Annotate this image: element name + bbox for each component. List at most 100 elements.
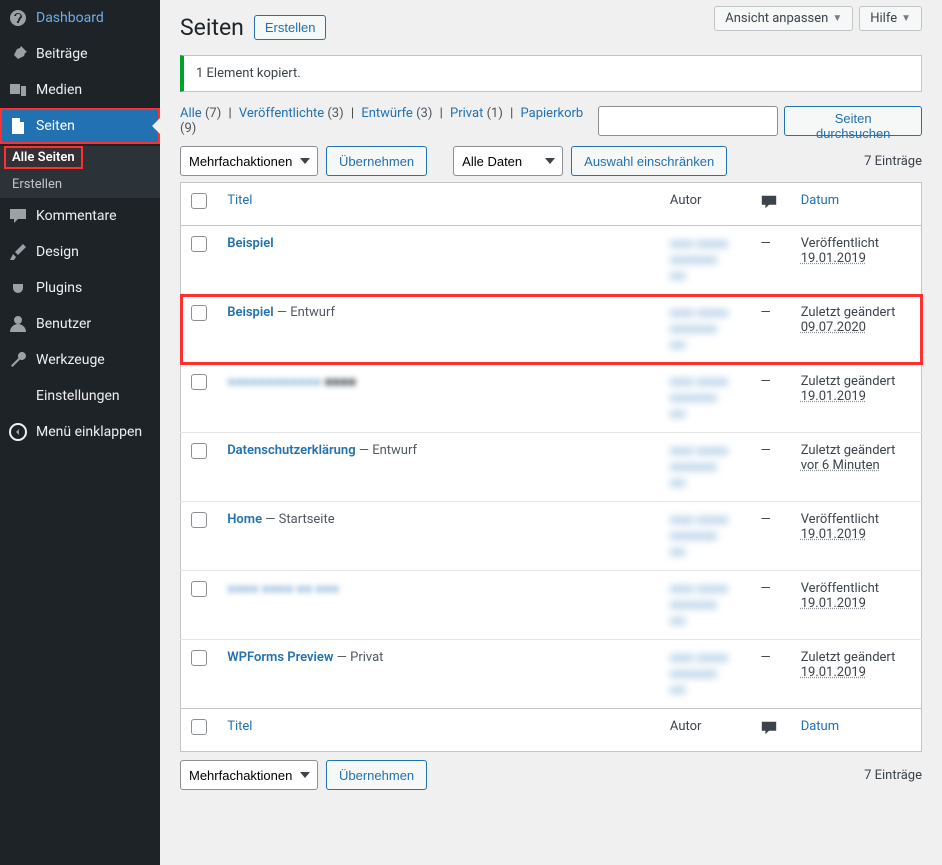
comments-cell: —	[750, 364, 790, 433]
add-new-button[interactable]: Erstellen	[254, 15, 327, 40]
submenu-all-pages[interactable]: Alle Seiten	[4, 146, 83, 169]
search-input[interactable]	[598, 106, 778, 136]
filter-private[interactable]: Privat	[450, 106, 483, 121]
col-title[interactable]: Titel	[227, 193, 252, 208]
author-cell: ■■■ ■■■■■■■■■■■■	[670, 582, 728, 629]
row-checkbox[interactable]	[191, 512, 207, 528]
filter-all[interactable]: Alle	[180, 106, 202, 121]
row-checkbox[interactable]	[191, 650, 207, 666]
date-cell: Veröffentlicht19.01.2019	[791, 571, 922, 640]
page-state: — Entwurf	[274, 305, 335, 320]
bulk-action-select[interactable]: Mehrfachaktionen	[180, 146, 318, 176]
table-row: ■■■■ ■■■■ ■■ ■■■ ■■■ ■■■■■■■■■■■■ — Verö…	[181, 571, 922, 640]
dashboard-icon	[8, 8, 28, 28]
row-checkbox[interactable]	[191, 305, 207, 321]
comments-cell: —	[750, 226, 790, 295]
main-content: Ansicht anpassen▼ Hilfe▼ Seiten Erstelle…	[160, 0, 942, 865]
screen-options-button[interactable]: Ansicht anpassen▼	[714, 6, 853, 31]
page-title-link[interactable]: ■■■■ ■■■■ ■■ ■■■	[227, 582, 339, 597]
table-row: ■■■■■■■■■■■■ ■■■■ ■■■ ■■■■■■■■■■■■ — Zul…	[181, 364, 922, 433]
sidebar-item-pages[interactable]: Seiten	[0, 108, 160, 144]
search-button[interactable]: Seiten durchsuchen	[784, 106, 922, 136]
comments-cell: —	[750, 571, 790, 640]
author-cell: ■■■ ■■■■■■■■■■■■	[670, 513, 728, 560]
sidebar-label: Kommentare	[36, 208, 117, 224]
sidebar-label: Einstellungen	[36, 388, 120, 404]
plug-icon	[8, 278, 28, 298]
select-all-checkbox[interactable]	[191, 193, 207, 209]
sidebar-label: Medien	[36, 82, 82, 98]
table-row: WPForms Preview — Privat ■■■ ■■■■■■■■■■■…	[181, 640, 922, 709]
success-notice: 1 Element kopiert.	[180, 55, 922, 92]
media-icon	[8, 80, 28, 100]
sidebar-item-plugins[interactable]: Plugins	[0, 270, 160, 306]
admin-sidebar: Dashboard Beiträge Medien Seiten Alle Se…	[0, 0, 160, 865]
page-title-link[interactable]: WPForms Preview	[227, 650, 333, 665]
page-state: — Privat	[334, 650, 384, 665]
row-checkbox[interactable]	[191, 374, 207, 390]
page-state: — Startseite	[262, 512, 335, 527]
filter-published[interactable]: Veröffentlichte	[239, 106, 324, 121]
comments-cell: —	[750, 295, 790, 364]
sidebar-item-settings[interactable]: Einstellungen	[0, 378, 160, 414]
comments-cell: —	[750, 640, 790, 709]
pin-icon	[8, 44, 28, 64]
sidebar-label: Menü einklappen	[36, 424, 142, 440]
col-comments-bottom[interactable]	[750, 709, 790, 752]
page-title-link[interactable]: Beispiel	[227, 236, 273, 251]
col-date[interactable]: Datum	[801, 193, 839, 208]
pages-icon	[8, 116, 28, 136]
sidebar-item-dashboard[interactable]: Dashboard	[0, 0, 160, 36]
comments-icon	[8, 206, 28, 226]
sidebar-label: Seiten	[36, 118, 75, 134]
page-title-link[interactable]: Datenschutzerklärung	[227, 443, 355, 458]
filter-trash[interactable]: Papierkorb	[521, 106, 584, 121]
row-checkbox[interactable]	[191, 581, 207, 597]
sidebar-submenu-pages: Alle Seiten Erstellen	[0, 146, 160, 198]
date-cell: Veröffentlicht19.01.2019	[791, 502, 922, 571]
sidebar-item-media[interactable]: Medien	[0, 72, 160, 108]
author-cell: ■■■ ■■■■■■■■■■■■	[670, 651, 728, 698]
table-row: Beispiel — Entwurf ■■■ ■■■■■■■■■■■■ — Zu…	[181, 295, 922, 364]
caret-down-icon: ▼	[901, 13, 911, 24]
status-filters: Alle (7) | Veröffentlichte (3) | Entwürf…	[180, 106, 598, 136]
sidebar-label: Dashboard	[36, 10, 104, 26]
select-all-checkbox-bottom[interactable]	[191, 719, 207, 735]
sidebar-item-users[interactable]: Benutzer	[0, 306, 160, 342]
date-cell: Zuletzt geändertvor 6 Minuten	[791, 433, 922, 502]
filter-drafts[interactable]: Entwürfe	[361, 106, 413, 121]
help-button[interactable]: Hilfe▼	[859, 6, 922, 31]
sidebar-item-comments[interactable]: Kommentare	[0, 198, 160, 234]
page-state: ■■■■	[321, 375, 356, 390]
row-checkbox[interactable]	[191, 443, 207, 459]
col-date-bottom[interactable]: Datum	[801, 719, 839, 734]
sidebar-item-appearance[interactable]: Design	[0, 234, 160, 270]
row-checkbox[interactable]	[191, 236, 207, 252]
date-cell: Veröffentlicht19.01.2019	[791, 226, 922, 295]
col-title-bottom[interactable]: Titel	[227, 719, 252, 734]
page-title-link[interactable]: ■■■■■■■■■■■■	[227, 375, 321, 390]
collapse-icon	[8, 422, 28, 442]
notice-text: 1 Element kopiert.	[196, 66, 301, 81]
page-title: Seiten	[180, 14, 244, 41]
comments-cell: —	[750, 502, 790, 571]
page-title-link[interactable]: Home	[227, 512, 262, 527]
bulk-apply-button-bottom[interactable]: Übernehmen	[326, 760, 427, 790]
col-comments[interactable]	[750, 183, 790, 226]
brush-icon	[8, 242, 28, 262]
submenu-add-page[interactable]: Erstellen	[0, 171, 160, 198]
filter-apply-button[interactable]: Auswahl einschränken	[571, 146, 727, 176]
page-title-link[interactable]: Beispiel	[227, 305, 273, 320]
bulk-action-select-bottom[interactable]: Mehrfachaktionen	[180, 760, 318, 790]
sidebar-label: Plugins	[36, 280, 82, 296]
sidebar-item-tools[interactable]: Werkzeuge	[0, 342, 160, 378]
date-cell: Zuletzt geändert19.01.2019	[791, 364, 922, 433]
sidebar-item-posts[interactable]: Beiträge	[0, 36, 160, 72]
bulk-apply-button[interactable]: Übernehmen	[326, 146, 427, 176]
sidebar-item-collapse[interactable]: Menü einklappen	[0, 414, 160, 450]
author-cell: ■■■ ■■■■■■■■■■■■	[670, 306, 728, 353]
date-filter-select[interactable]: Alle Daten	[453, 146, 563, 176]
comments-cell: —	[750, 433, 790, 502]
user-icon	[8, 314, 28, 334]
date-cell: Zuletzt geändert19.01.2019	[791, 640, 922, 709]
